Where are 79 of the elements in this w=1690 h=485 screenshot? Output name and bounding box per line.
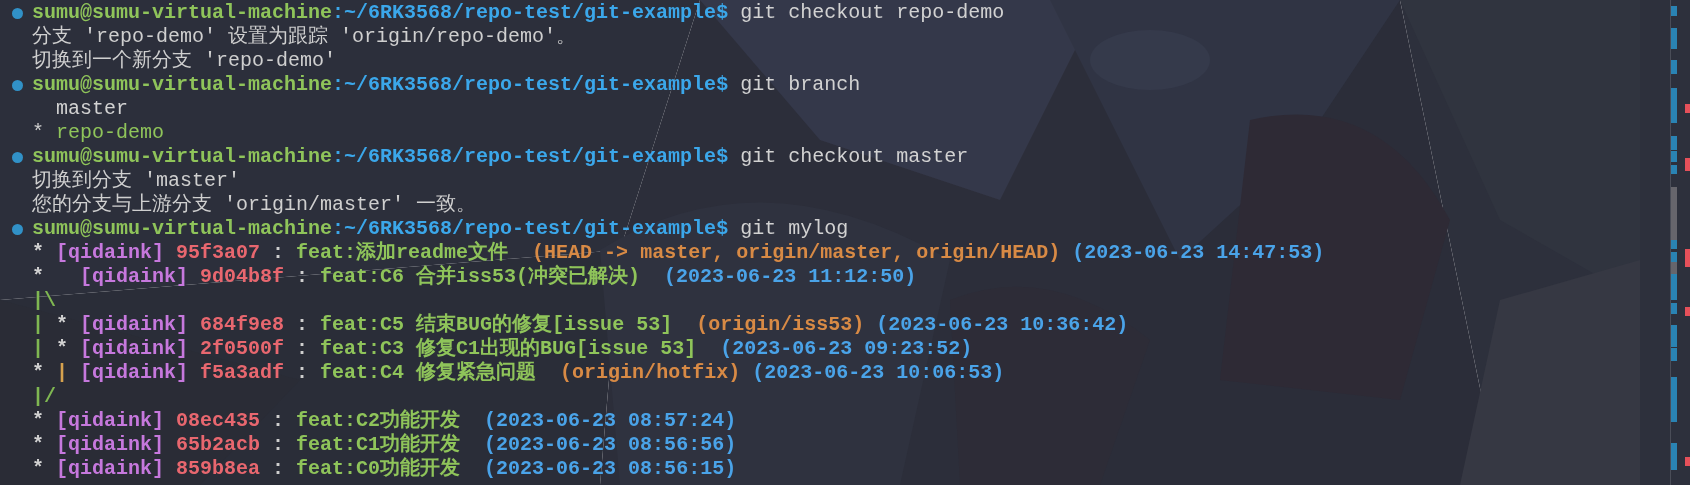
commit-hash: 95f3a07 <box>176 241 261 265</box>
graph-line: |\ <box>32 289 56 313</box>
command-text: git checkout repo-demo <box>740 1 1005 25</box>
commit-hash: 9d04b8f <box>200 265 285 289</box>
commit-message: feat:添加readme文件 <box>296 241 509 265</box>
graph-line: | <box>32 337 44 361</box>
current-branch-marker: * <box>32 121 44 145</box>
prompt-path: :~/6RK3568/repo-test/git-example$ <box>332 145 729 169</box>
separator: : <box>296 361 309 385</box>
ref-names: (HEAD -> master, origin/master, origin/HEAD) <box>532 241 1061 265</box>
commit-author: [qidaink] <box>56 241 165 265</box>
commit-author: [qidaink] <box>80 265 189 289</box>
commit-message: feat:C6 合并iss53(冲突已解决) <box>320 265 641 289</box>
prompt-user-host: sumu@sumu-virtual-machine <box>32 73 333 97</box>
command-text: git mylog <box>740 217 849 241</box>
graph-line: * <box>32 433 44 457</box>
output-text: 您的分支与上游分支 'origin/master' 一致。 <box>32 193 477 217</box>
commit-date: (2023-06-23 11:12:50) <box>664 265 917 289</box>
commit-date: (2023-06-23 14:47:53) <box>1072 241 1325 265</box>
command-text: git branch <box>740 73 861 97</box>
prompt-status-icon <box>11 79 23 91</box>
prompt-status-icon <box>11 151 23 163</box>
commit-date: (2023-06-23 10:36:42) <box>876 313 1129 337</box>
prompt-user-host: sumu@sumu-virtual-machine <box>32 145 333 169</box>
graph-line: * <box>56 337 69 361</box>
graph-line: * <box>32 241 44 265</box>
commit-message: feat:C5 结束BUG的修复[issue 53] <box>320 313 673 337</box>
commit-message: feat:C0功能开发 <box>296 457 461 481</box>
graph-line: * <box>56 313 69 337</box>
separator: : <box>272 433 285 457</box>
graph-line: * <box>32 361 44 385</box>
branch-name: master <box>56 97 128 121</box>
ref-names: (origin/iss53) <box>696 313 865 337</box>
commit-message: feat:C1功能开发 <box>296 433 461 457</box>
commit-hash: 65b2acb <box>176 433 261 457</box>
prompt-path: :~/6RK3568/repo-test/git-example$ <box>332 1 729 25</box>
branch-name: repo-demo <box>56 121 165 145</box>
separator: : <box>272 241 285 265</box>
commit-message: feat:C3 修复C1出现的BUG[issue 53] <box>320 337 697 361</box>
separator: : <box>272 409 285 433</box>
separator: : <box>272 457 285 481</box>
prompt-user-host: sumu@sumu-virtual-machine <box>32 217 333 241</box>
command-text: git checkout master <box>740 145 969 169</box>
commit-author: [qidaink] <box>80 337 189 361</box>
graph-line: * <box>32 265 45 289</box>
prompt-path: :~/6RK3568/repo-test/git-example$ <box>332 217 729 241</box>
graph-line: * <box>32 409 44 433</box>
prompt-path: :~/6RK3568/repo-test/git-example$ <box>332 73 729 97</box>
commit-author: [qidaink] <box>56 457 165 481</box>
commit-hash: 859b8ea <box>176 457 261 481</box>
commit-message: feat:C2功能开发 <box>296 409 461 433</box>
graph-line: | <box>56 361 69 385</box>
separator: : <box>296 313 309 337</box>
commit-hash: f5a3adf <box>200 361 285 385</box>
commit-message: feat:C4 修复紧急问题 <box>320 361 537 385</box>
graph-line: | <box>32 313 44 337</box>
commit-hash: 2f0500f <box>200 337 285 361</box>
output-text: 分支 'repo-demo' 设置为跟踪 'origin/repo-demo'。 <box>32 25 577 49</box>
separator: : <box>296 337 309 361</box>
commit-author: [qidaink] <box>80 361 189 385</box>
graph-line: |/ <box>32 385 56 409</box>
commit-date: (2023-06-23 08:56:15) <box>484 457 737 481</box>
output-text: 切换到分支 'master' <box>32 169 241 193</box>
output-text: 切换到一个新分支 'repo-demo' <box>32 49 337 73</box>
prompt-status-icon <box>11 7 23 19</box>
commit-hash: 684f9e8 <box>200 313 285 337</box>
separator: : <box>296 265 309 289</box>
commit-date: (2023-06-23 10:06:53) <box>752 361 1005 385</box>
graph-line: * <box>32 457 44 481</box>
commit-hash: 08ec435 <box>176 409 261 433</box>
commit-author: [qidaink] <box>80 313 189 337</box>
ref-names: (origin/hotfix) <box>560 361 741 385</box>
commit-author: [qidaink] <box>56 433 165 457</box>
prompt-user-host: sumu@sumu-virtual-machine <box>32 1 333 25</box>
prompt-status-icon <box>11 223 23 235</box>
commit-date: (2023-06-23 08:57:24) <box>484 409 737 433</box>
commit-date: (2023-06-23 09:23:52) <box>720 337 973 361</box>
commit-author: [qidaink] <box>56 409 165 433</box>
commit-date: (2023-06-23 08:56:56) <box>484 433 737 457</box>
